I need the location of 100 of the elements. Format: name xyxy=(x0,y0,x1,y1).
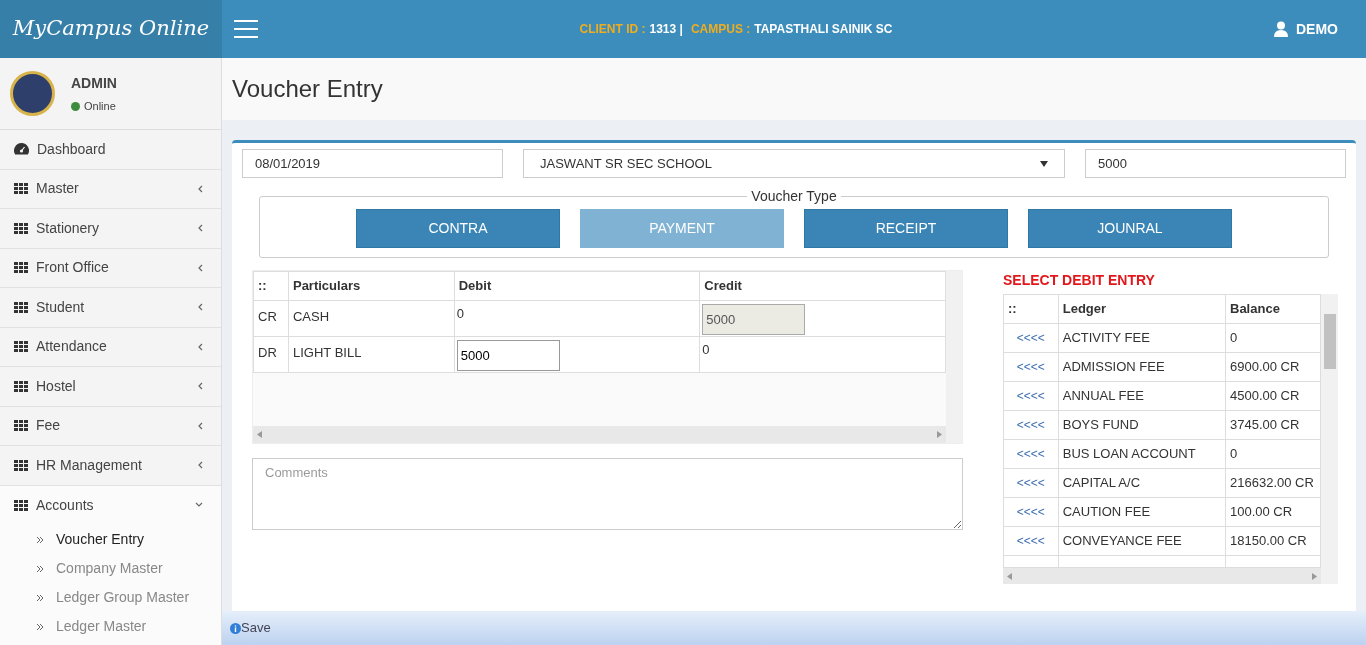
table-cell: ADMISSION FEE xyxy=(1058,352,1226,382)
table-cell: DR xyxy=(253,336,289,373)
sidebar-link[interactable]: Dashboard xyxy=(0,130,221,170)
table-cell: 216632.00 CR xyxy=(1225,468,1321,498)
amount-text: 0 xyxy=(456,306,464,321)
chevron-left-icon xyxy=(197,303,203,312)
submenu-item[interactable]: Company Master xyxy=(0,554,221,583)
grid-icon xyxy=(14,341,28,353)
grid-icon xyxy=(14,420,28,432)
grid-icon xyxy=(14,380,28,392)
table-cell: 0 xyxy=(1225,323,1321,353)
column-header: :: xyxy=(253,271,289,301)
table-cell: ANNUAL FEE xyxy=(1058,381,1226,411)
submenu-item[interactable]: Ledger Group Master xyxy=(0,583,221,612)
double-chevron-icon xyxy=(36,564,44,573)
chevron-left-icon xyxy=(197,224,203,233)
campus-label: CAMPUS : xyxy=(690,21,751,38)
double-chevron-icon xyxy=(36,593,44,602)
grid-icon xyxy=(14,459,28,471)
sidebar-menu-item[interactable]: Fee xyxy=(0,406,221,446)
chevron-left-icon xyxy=(197,382,203,391)
amount-input[interactable]: 5000 xyxy=(456,340,560,371)
table-cell: CAUTION FEE xyxy=(1058,497,1226,527)
user-status: Online xyxy=(84,98,116,114)
table-cell: CAPITAL A/C xyxy=(1058,468,1226,498)
column-header: Ledger xyxy=(1058,294,1226,324)
sidebar-menu-item[interactable]: Hostel xyxy=(0,367,221,407)
table-cell: BOYS FUND xyxy=(1058,410,1226,440)
column-header: Balance xyxy=(1225,294,1321,324)
menu-icon[interactable] xyxy=(234,20,258,38)
user-name: ADMIN xyxy=(71,73,117,93)
double-chevron-icon xyxy=(36,535,44,544)
scrollbar-thumb[interactable] xyxy=(1323,314,1336,369)
table-cell: CASH xyxy=(288,300,455,337)
client-id-label: CLIENT ID : xyxy=(579,21,646,38)
table-cell: CR xyxy=(253,300,289,337)
ledger-panel-title: SELECT DEBIT ENTRY xyxy=(1003,271,1156,290)
info-icon xyxy=(230,622,241,634)
chevron-left-icon xyxy=(197,263,203,272)
sidebar-menu-item[interactable]: HR Management xyxy=(0,446,221,486)
school-select[interactable]: JASWANT SR SEC SCHOOL xyxy=(523,149,1065,178)
column-header: Credit xyxy=(699,271,946,301)
grid-icon xyxy=(14,301,28,313)
scroll-left-icon[interactable] xyxy=(257,431,262,438)
scroll-left-icon[interactable] xyxy=(1007,572,1012,580)
readonly-amount-field[interactable]: 5000 xyxy=(702,304,806,335)
table-cell: 6900.00 CR xyxy=(1225,352,1321,382)
table-cell: 3745.00 CR xyxy=(1225,410,1321,440)
chevron-left-icon xyxy=(197,342,203,351)
grid-icon xyxy=(14,183,28,195)
sidebar-menu-item[interactable]: Student xyxy=(0,288,221,328)
voucher-type-legend: Voucher Type xyxy=(747,186,841,207)
submenu-item[interactable]: Ledger Master xyxy=(0,612,221,641)
voucher-type-button[interactable]: JOUNRAL xyxy=(1028,209,1232,248)
date-field[interactable]: 08/01/2019 xyxy=(242,149,504,178)
table-cell: BUS LOAN ACCOUNT xyxy=(1058,439,1226,469)
column-header: :: xyxy=(1003,294,1059,324)
table-cell: 100.00 CR xyxy=(1225,497,1321,527)
table-cell: LIGHT BILL xyxy=(288,336,455,373)
amount-text: 0 xyxy=(702,342,710,357)
double-chevron-icon xyxy=(36,622,44,631)
table-cell: ACTIVITY FEE xyxy=(1058,323,1226,353)
grid-icon xyxy=(14,499,28,511)
dashboard-icon xyxy=(14,142,29,156)
chevron-left-icon xyxy=(197,184,203,193)
horizontal-scrollbar[interactable] xyxy=(253,426,946,443)
sidebar-menu-item[interactable]: Accounts xyxy=(0,485,221,525)
grid-icon xyxy=(14,262,28,274)
voucher-type-button[interactable]: RECEIPT xyxy=(804,209,1008,248)
table-cell: 18150.00 CR xyxy=(1225,526,1321,556)
sidebar-menu-item[interactable]: Front Office xyxy=(0,248,221,288)
table-cell: 4500.00 CR xyxy=(1225,381,1321,411)
client-id: 1313 | xyxy=(649,21,683,38)
grid-icon xyxy=(14,222,28,234)
scroll-right-icon[interactable] xyxy=(937,431,942,438)
horizontal-scrollbar[interactable] xyxy=(1003,567,1321,584)
scroll-right-icon[interactable] xyxy=(1312,572,1317,580)
brand-logo[interactable]: MyCampus Online xyxy=(0,0,222,58)
avatar xyxy=(10,71,55,116)
comments-field[interactable]: Comments xyxy=(252,458,963,530)
sidebar-menu-item[interactable]: Stationery xyxy=(0,209,221,249)
amount-field[interactable]: 5000 xyxy=(1084,149,1346,178)
vertical-scrollbar[interactable] xyxy=(946,271,962,443)
table-cell: 0 xyxy=(1225,439,1321,469)
sidebar-menu-item[interactable]: Attendance xyxy=(0,327,221,367)
voucher-type-button[interactable]: CONTRA xyxy=(356,209,560,248)
chevron-left-icon xyxy=(197,421,203,430)
save-button[interactable]: Save xyxy=(230,618,271,638)
chevron-down-icon xyxy=(195,502,203,509)
page-title: Voucher Entry xyxy=(232,74,383,104)
column-header: Particulars xyxy=(288,271,455,301)
submenu-item[interactable]: Voucher Entry xyxy=(0,525,221,554)
campus-name: TAPASTHALI SAINIK SC xyxy=(754,21,893,38)
chevron-left-icon xyxy=(197,461,203,470)
column-header: Debit xyxy=(454,271,700,301)
user-icon xyxy=(1274,21,1288,37)
user-menu[interactable]: DEMO xyxy=(1296,18,1338,40)
caret-icon xyxy=(1039,160,1048,167)
sidebar-menu-item[interactable]: Master xyxy=(0,169,221,209)
table-cell: CONVEYANCE FEE xyxy=(1058,526,1226,556)
